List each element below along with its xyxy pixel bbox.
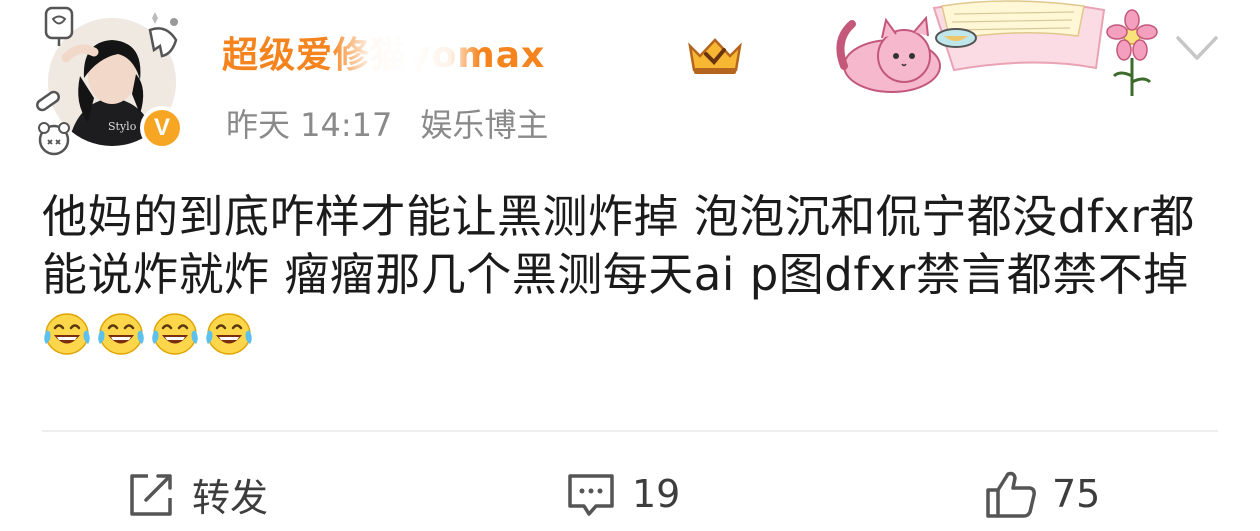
post-content: 他妈的到底咋样才能让黑测炸掉 泡泡沉和侃宁都没dfxr都能说炸就炸 瘤瘤那几个黑… [42,188,1232,362]
thumbs-up-icon [986,471,1036,518]
verified-badge: V [140,106,184,150]
share-label: 转发 [192,475,269,520]
crown-badge-icon [688,38,742,74]
post-time: 昨天 14:17 [226,106,393,144]
like-button[interactable]: 75 [984,466,1100,522]
comment-count: 19 [632,472,681,516]
comment-icon [568,474,614,516]
share-button[interactable]: 转发 [124,466,268,522]
share-icon [130,474,172,516]
post-text: 他妈的到底咋样才能让黑测炸掉 泡泡沉和侃宁都没dfxr都能说炸就炸 瘤瘤那几个黑… [42,190,1195,301]
avatar-area[interactable]: Stylo V [26,0,196,160]
author-role: 娱乐博主 [420,106,549,144]
chevron-down-icon[interactable] [1172,30,1222,66]
divider [42,430,1218,432]
laughing-tears-emoji [98,313,144,355]
author-name-obscured [330,28,480,76]
like-count: 75 [1052,472,1101,516]
laughing-tears-emoji [44,313,90,355]
laughing-tears-emoji [152,313,198,355]
post-meta: 昨天 14:17 娱乐博主 [226,100,548,146]
comment-button[interactable]: 19 [564,466,680,522]
emoji-group [42,310,254,356]
card-background-decoration [836,0,1158,96]
laughing-tears-emoji [206,313,252,355]
